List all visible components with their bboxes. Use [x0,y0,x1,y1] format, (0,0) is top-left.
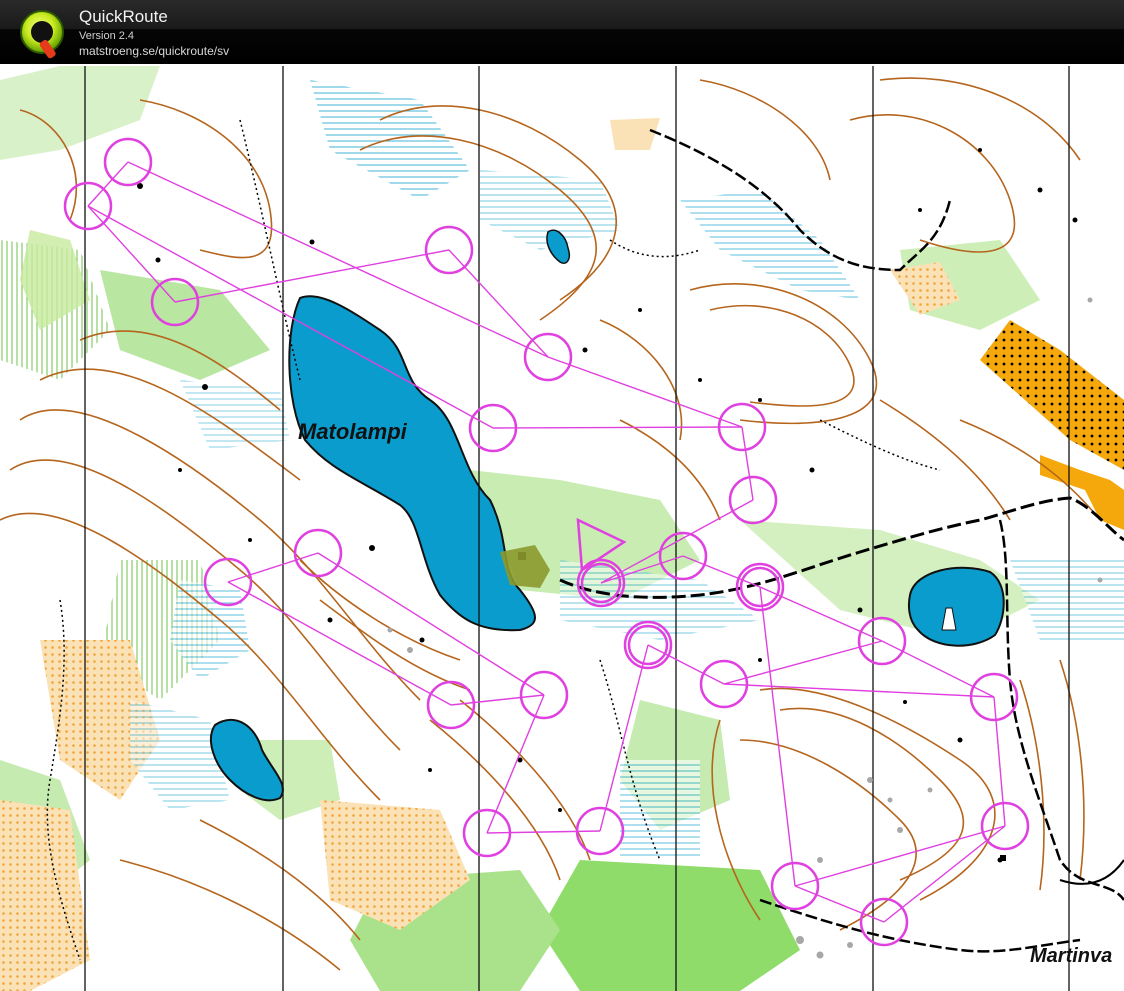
map-canvas [0,66,1124,991]
place-name-label: Martinva [1030,945,1113,967]
lake-name-label: Matolampi [298,419,407,444]
app-version: Version 2.4 [79,30,135,42]
orienteering-map[interactable]: Matolampi Martinva [0,66,1124,991]
lake-east [908,566,1005,647]
app-url[interactable]: matstroeng.se/quickroute/sv [79,44,229,58]
quickroute-logo-icon [18,6,68,62]
app-name: QuickRoute [79,7,168,26]
title-bar: QuickRoute Version 2.4 matstroeng.se/qui… [0,0,1124,64]
